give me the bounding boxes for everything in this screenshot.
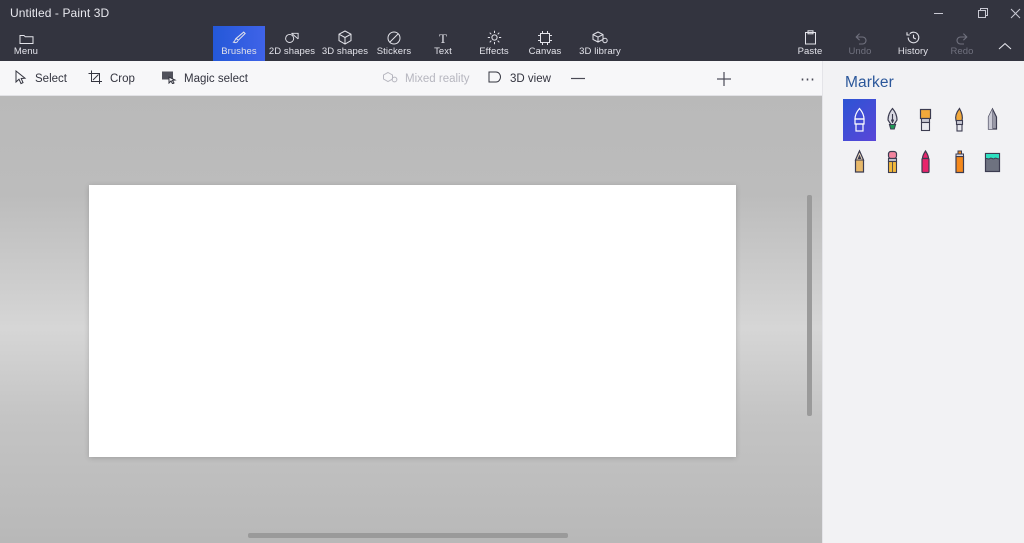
brush-option-fill[interactable] (976, 141, 1009, 183)
ribbon-tab-3d-shapes[interactable]: 3D shapes (319, 26, 371, 61)
vertical-scrollbar[interactable] (807, 96, 818, 543)
3d-view-icon (487, 70, 503, 87)
ribbon-label-text: Text (434, 46, 452, 57)
3d-shapes-icon (338, 30, 352, 45)
horizontal-scrollbar-thumb[interactable] (248, 533, 568, 538)
ribbon-label-3d-library: 3D library (579, 46, 621, 57)
undo-label: Undo (848, 46, 872, 57)
brush-option-spray-can[interactable] (943, 141, 976, 183)
undo-button[interactable]: Undo (838, 26, 882, 61)
menu-label: Menu (13, 46, 39, 57)
paste-button[interactable]: Paste (788, 26, 832, 61)
redo-label: Redo (950, 46, 974, 57)
3d-view-button[interactable]: 3D view (481, 61, 557, 96)
ribbon-tab-2d-shapes[interactable]: 2D shapes (265, 26, 319, 61)
title-bar: Untitled - Paint 3D (0, 0, 1024, 26)
sticker-icon (387, 30, 401, 45)
close-button[interactable] (1006, 0, 1024, 26)
cursor-icon (14, 69, 28, 88)
magic-select-icon (161, 70, 177, 87)
vertical-scrollbar-thumb[interactable] (807, 195, 812, 416)
3d-library-icon (592, 30, 608, 45)
brush-picker-grid (843, 99, 1009, 183)
ribbon-label-canvas: Canvas (528, 46, 562, 57)
minimize-button[interactable] (916, 0, 961, 26)
paste-icon (804, 30, 817, 45)
brush-option-watercolor[interactable] (943, 99, 976, 141)
ribbon-label-effects: Effects (479, 46, 509, 57)
menu-button[interactable]: Menu (4, 26, 48, 61)
history-label: History (897, 46, 929, 57)
ribbon-tab-stickers[interactable]: Stickers (371, 26, 417, 61)
ribbon-tab-text[interactable]: T Text (417, 26, 469, 61)
effects-icon (487, 30, 502, 45)
tool-options-panel: Marker (822, 61, 1024, 543)
canvas-icon (538, 30, 552, 45)
crop-label: Crop (110, 72, 135, 85)
zoom-in-button[interactable] (712, 61, 736, 96)
text-icon: T (436, 30, 450, 45)
select-tool-button[interactable]: Select (8, 61, 73, 96)
ribbon-toolbar: Menu Brushes 2D shapes 3D shapes Sticker (0, 26, 1024, 61)
redo-icon (955, 30, 970, 45)
svg-text:T: T (439, 31, 447, 45)
brush-option-oil-brush[interactable] (909, 99, 942, 141)
mixed-reality-button[interactable]: Mixed reality (376, 61, 476, 96)
toolbar-overflow-button[interactable]: ⋯ (795, 61, 821, 96)
paint3d-window: Untitled - Paint 3D Menu Brushes 2D shap… (0, 0, 1024, 543)
ribbon-tab-3d-library[interactable]: 3D library (571, 26, 629, 61)
drawing-canvas[interactable] (89, 185, 736, 457)
undo-icon (853, 30, 868, 45)
3d-view-label: 3D view (510, 72, 551, 85)
paste-label: Paste (797, 46, 823, 57)
brush-option-calligraphy-pen[interactable] (876, 99, 909, 141)
crop-icon (88, 70, 103, 88)
ribbon-tab-brushes[interactable]: Brushes (213, 26, 265, 61)
mixed-reality-label: Mixed reality (405, 72, 470, 85)
ribbon-label-3d-shapes: 3D shapes (321, 46, 369, 57)
mixed-reality-icon (382, 71, 398, 87)
panel-title: Marker (845, 74, 894, 91)
folder-icon (19, 30, 34, 45)
history-button[interactable]: History (888, 26, 938, 61)
collapse-ribbon-button[interactable] (990, 26, 1020, 61)
select-label: Select (35, 72, 67, 85)
chevron-up-icon (998, 36, 1012, 51)
ribbon-label-stickers: Stickers (376, 46, 412, 57)
brush-option-pixel-pen[interactable] (976, 99, 1009, 141)
brush-option-pencil[interactable] (843, 141, 876, 183)
2d-shapes-icon (284, 30, 300, 45)
window-title: Untitled - Paint 3D (10, 6, 110, 20)
crop-tool-button[interactable]: Crop (82, 61, 141, 96)
redo-button[interactable]: Redo (940, 26, 984, 61)
magic-select-button[interactable]: Magic select (155, 61, 254, 96)
zoom-out-button[interactable] (566, 61, 590, 96)
ribbon-tab-effects[interactable]: Effects (469, 26, 519, 61)
ribbon-label-brushes: Brushes (221, 46, 257, 57)
magic-select-label: Magic select (184, 72, 248, 85)
ribbon-label-2d-shapes: 2D shapes (268, 46, 316, 57)
brush-option-crayon[interactable] (909, 141, 942, 183)
history-icon (905, 30, 921, 45)
brush-icon (231, 30, 247, 45)
canvas-workspace[interactable] (0, 96, 822, 543)
brush-option-marker[interactable] (843, 99, 877, 141)
ribbon-tab-canvas[interactable]: Canvas (519, 26, 571, 61)
maximize-restore-button[interactable] (961, 0, 1006, 26)
brush-option-eraser[interactable] (876, 141, 909, 183)
